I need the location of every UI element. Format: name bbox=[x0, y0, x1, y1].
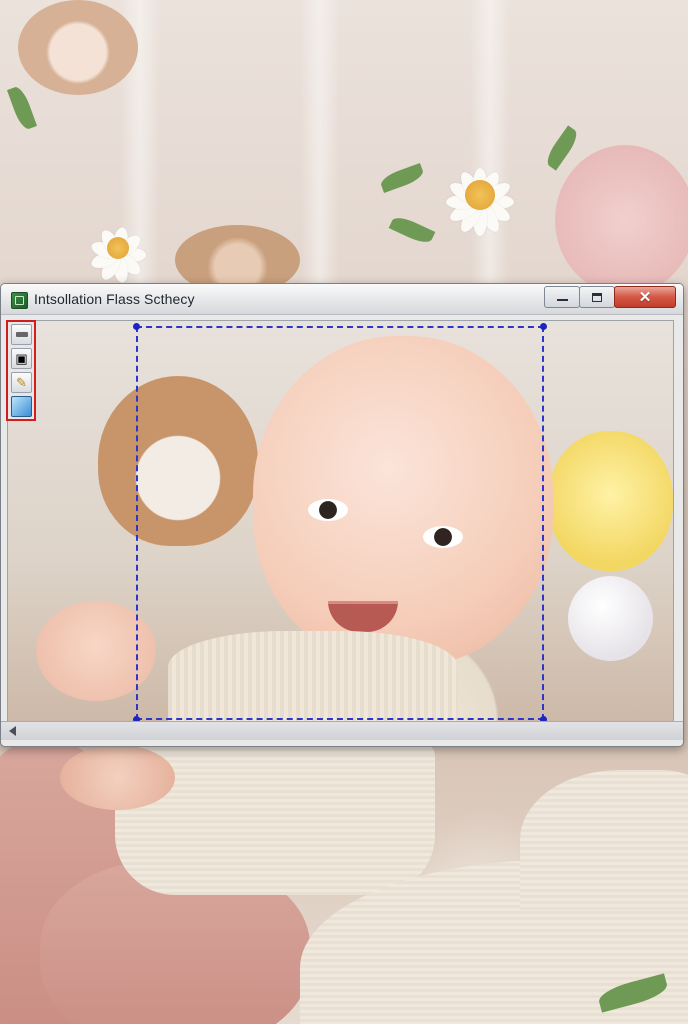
leaf bbox=[6, 84, 38, 132]
app-icon bbox=[11, 292, 28, 309]
maximize-button[interactable] bbox=[579, 286, 615, 308]
window-title: Intsollation Flass Scthecy bbox=[34, 291, 195, 307]
brush-tool-icon: ✎ bbox=[16, 375, 27, 390]
app-window: Intsollation Flass Scthecy ✕ ▣ ✎ bbox=[0, 283, 684, 747]
plush-toy bbox=[555, 145, 688, 295]
curtain-fold bbox=[300, 0, 340, 290]
brush-tool-button[interactable]: ✎ bbox=[11, 372, 32, 393]
horizontal-scrollbar[interactable] bbox=[1, 721, 683, 740]
plush-toy bbox=[18, 0, 138, 95]
leaf bbox=[378, 162, 426, 194]
curtain-fold bbox=[470, 0, 510, 290]
blanket bbox=[520, 770, 688, 910]
leaf bbox=[542, 125, 582, 171]
close-icon: ✕ bbox=[638, 288, 652, 306]
minimize-icon bbox=[556, 299, 568, 301]
maximize-icon bbox=[592, 292, 602, 302]
close-button[interactable]: ✕ bbox=[614, 286, 676, 308]
toolbox: ▣ ✎ bbox=[6, 320, 36, 421]
minimize-button[interactable] bbox=[544, 286, 580, 308]
camera-tool-icon: ▣ bbox=[15, 351, 28, 366]
line-tool-icon bbox=[15, 332, 28, 337]
resize-handle-top-left[interactable] bbox=[133, 323, 140, 330]
title-bar[interactable]: Intsollation Flass Scthecy ✕ bbox=[1, 284, 683, 315]
resize-handle-top-right[interactable] bbox=[540, 323, 547, 330]
line-tool-button[interactable] bbox=[11, 324, 32, 345]
baby-hand bbox=[60, 745, 175, 810]
toy-ball bbox=[568, 576, 653, 661]
scroll-left-icon[interactable] bbox=[9, 726, 16, 736]
image-canvas[interactable] bbox=[7, 320, 674, 722]
selection-rectangle[interactable] bbox=[133, 323, 547, 721]
image-tool-button[interactable] bbox=[11, 396, 32, 417]
plush-yellow-toy bbox=[548, 431, 673, 571]
leaf bbox=[388, 213, 436, 247]
camera-tool-button[interactable]: ▣ bbox=[11, 348, 32, 369]
